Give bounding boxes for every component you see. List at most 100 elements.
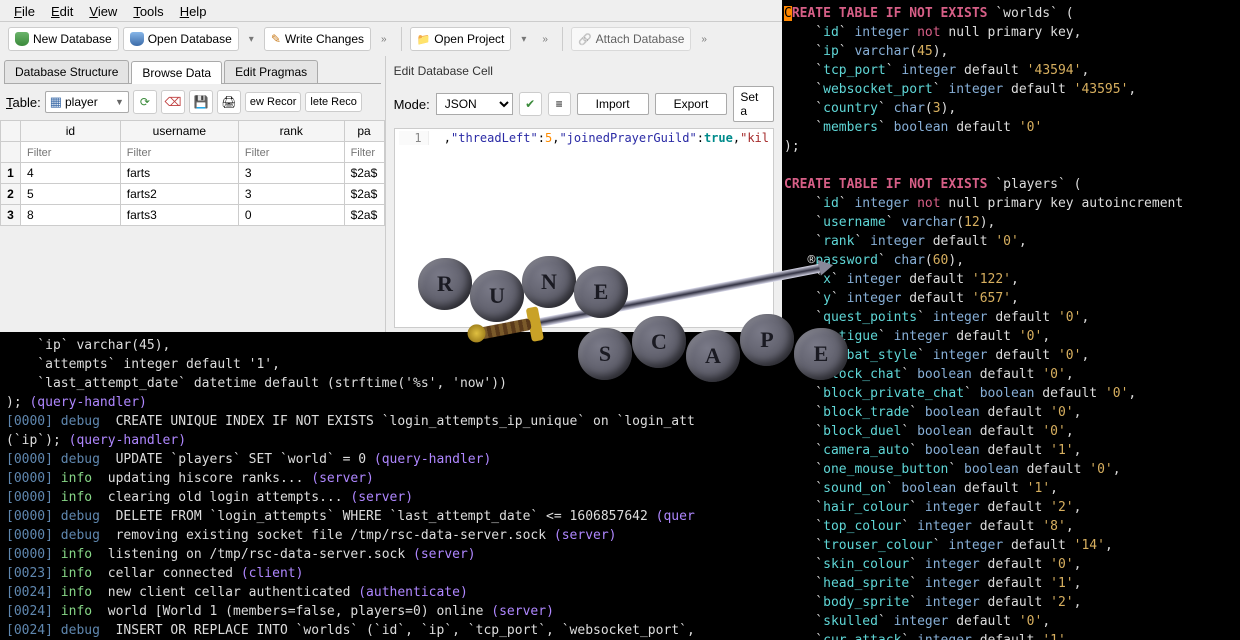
tab-database-structure[interactable]: Database Structure [4,60,129,83]
sql-line: `username` varchar(12), [784,213,1238,232]
apply-button[interactable]: ✔ [519,92,542,116]
table-select[interactable]: ▦ ▼ [45,91,129,113]
cell-id[interactable]: 4 [21,163,121,184]
menu-help[interactable]: Help [172,2,215,19]
json-editor[interactable]: 1 ,"threadLeft":5,"joinedPrayerGuild":tr… [394,128,774,328]
sql-line [784,156,1238,175]
sql-line: `block_private_chat` boolean default '0'… [784,384,1238,403]
log-line: [0023] info cellar connected (client) [6,564,776,583]
sql-line: `tcp_port` integer default '43594', [784,61,1238,80]
sql-line: `ip` varchar(45), [784,42,1238,61]
write-changes-button[interactable]: Write Changes [264,27,371,51]
cell-username[interactable]: farts [120,163,238,184]
sql-line: `body_sprite` integer default '2', [784,593,1238,612]
filter-password[interactable] [351,147,378,159]
sql-line: CREATE TABLE IF NOT EXISTS `players` ( [784,175,1238,194]
import-button[interactable]: Import [577,93,649,115]
new-record-button[interactable]: ew Recor [245,92,301,112]
cell-username[interactable]: farts3 [120,205,238,226]
refresh-button[interactable]: ⟳ [133,90,157,114]
pencil-icon [271,32,281,46]
tab-edit-pragmas[interactable]: Edit Pragmas [224,60,318,83]
data-grid[interactable]: id username rank pa 14farts3$2a$25farts2… [0,120,385,226]
cell-password[interactable]: $2a$ [344,205,384,226]
overflow-icon[interactable]: » [701,34,707,45]
folder-icon [417,32,431,46]
sql-line: `trouser_colour` integer default '14', [784,536,1238,555]
sql-line: `websocket_port` integer default '43595'… [784,80,1238,99]
sql-line: `fatigue` integer default '0', [784,327,1238,346]
save-button[interactable]: 💾 [189,90,213,114]
log-line: [0000] debug removing existing socket fi… [6,526,776,545]
export-button[interactable]: Export [655,93,728,115]
open-project-button[interactable]: Open Project [410,27,512,51]
col-password[interactable]: pa [344,121,384,142]
sql-line: `country` char(3), [784,99,1238,118]
row-number: 3 [1,205,21,226]
sql-line: ); [784,137,1238,156]
mode-select[interactable]: JSON [436,93,513,115]
sql-line: `one_mouse_button` boolean default '0', [784,460,1238,479]
sql-line: `members` boolean default '0' [784,118,1238,137]
toolbar-separator [562,27,563,51]
attach-database-button[interactable]: Attach Database [571,27,691,51]
table-select-input[interactable] [65,95,115,109]
cell-password[interactable]: $2a$ [344,184,384,205]
edit-cell-title: Edit Database Cell [394,60,774,82]
indent-button[interactable]: ≡ [548,92,571,116]
new-database-button[interactable]: New Database [8,27,119,51]
dropdown-chevron-icon[interactable]: ▾ [249,34,254,45]
menu-file[interactable]: File [6,2,43,19]
log-line: `last_attempt_date` datetime default (st… [6,374,776,393]
menu-tools[interactable]: Tools [125,2,171,19]
row-number: 1 [1,163,21,184]
line-number: 1 [399,131,429,145]
mode-label: Mode: [394,97,430,112]
cell-rank[interactable]: 3 [238,184,344,205]
overflow-icon[interactable]: » [542,34,548,45]
terminal-log[interactable]: `ip` varchar(45), `attempts` integer def… [0,332,782,640]
sql-line: `skulled` integer default '0', [784,612,1238,631]
log-line: [0000] debug DELETE FROM `login_attempts… [6,507,776,526]
sql-line: `id` integer not null primary key autoin… [784,194,1238,213]
log-line: `ip` varchar(45), [6,336,776,355]
sql-line: `skin_colour` integer default '0', [784,555,1238,574]
col-username[interactable]: username [120,121,238,142]
set-as-button[interactable]: Set a [733,86,774,122]
sql-line: CREATE TABLE IF NOT EXISTS `worlds` ( [784,4,1238,23]
toolbar-primary: New Database Open Database ▾ Write Chang… [0,22,782,56]
cell-password[interactable]: $2a$ [344,163,384,184]
cell-username[interactable]: farts2 [120,184,238,205]
dropdown-chevron-icon[interactable]: ▾ [521,34,526,45]
print-button[interactable]: 🖨 [217,90,241,114]
cell-rank[interactable]: 0 [238,205,344,226]
sql-editor[interactable]: CREATE TABLE IF NOT EXISTS `worlds` ( `i… [782,0,1240,640]
delete-record-button[interactable]: lete Reco [305,92,361,112]
filter-username[interactable] [127,147,232,159]
cell-rank[interactable]: 3 [238,163,344,184]
table-icon: ▦ [50,94,62,110]
open-database-button[interactable]: Open Database [123,27,239,51]
row-number: 2 [1,184,21,205]
cell-id[interactable]: 5 [21,184,121,205]
col-id[interactable]: id [21,121,121,142]
sql-line: `quest_points` integer default '0', [784,308,1238,327]
col-rank[interactable]: rank [238,121,344,142]
attach-icon [578,32,592,46]
filter-id[interactable] [27,147,114,159]
cell-id[interactable]: 8 [21,205,121,226]
clear-filters-button[interactable]: ⌫ [161,90,185,114]
database-open-icon [130,32,144,46]
overflow-icon[interactable]: » [381,34,387,45]
filter-rank[interactable] [245,147,338,159]
table-row[interactable]: 25farts23$2a$ [1,184,385,205]
tab-browse-data[interactable]: Browse Data [131,61,222,84]
menu-edit[interactable]: Edit [43,2,81,19]
sql-line: `y` integer default '657', [784,289,1238,308]
chevron-down-icon: ▼ [115,97,124,107]
table-row[interactable]: 38farts30$2a$ [1,205,385,226]
menu-view[interactable]: View [81,2,125,19]
table-row[interactable]: 14farts3$2a$ [1,163,385,184]
database-icon [15,32,29,46]
sql-line: `block_trade` boolean default '0', [784,403,1238,422]
